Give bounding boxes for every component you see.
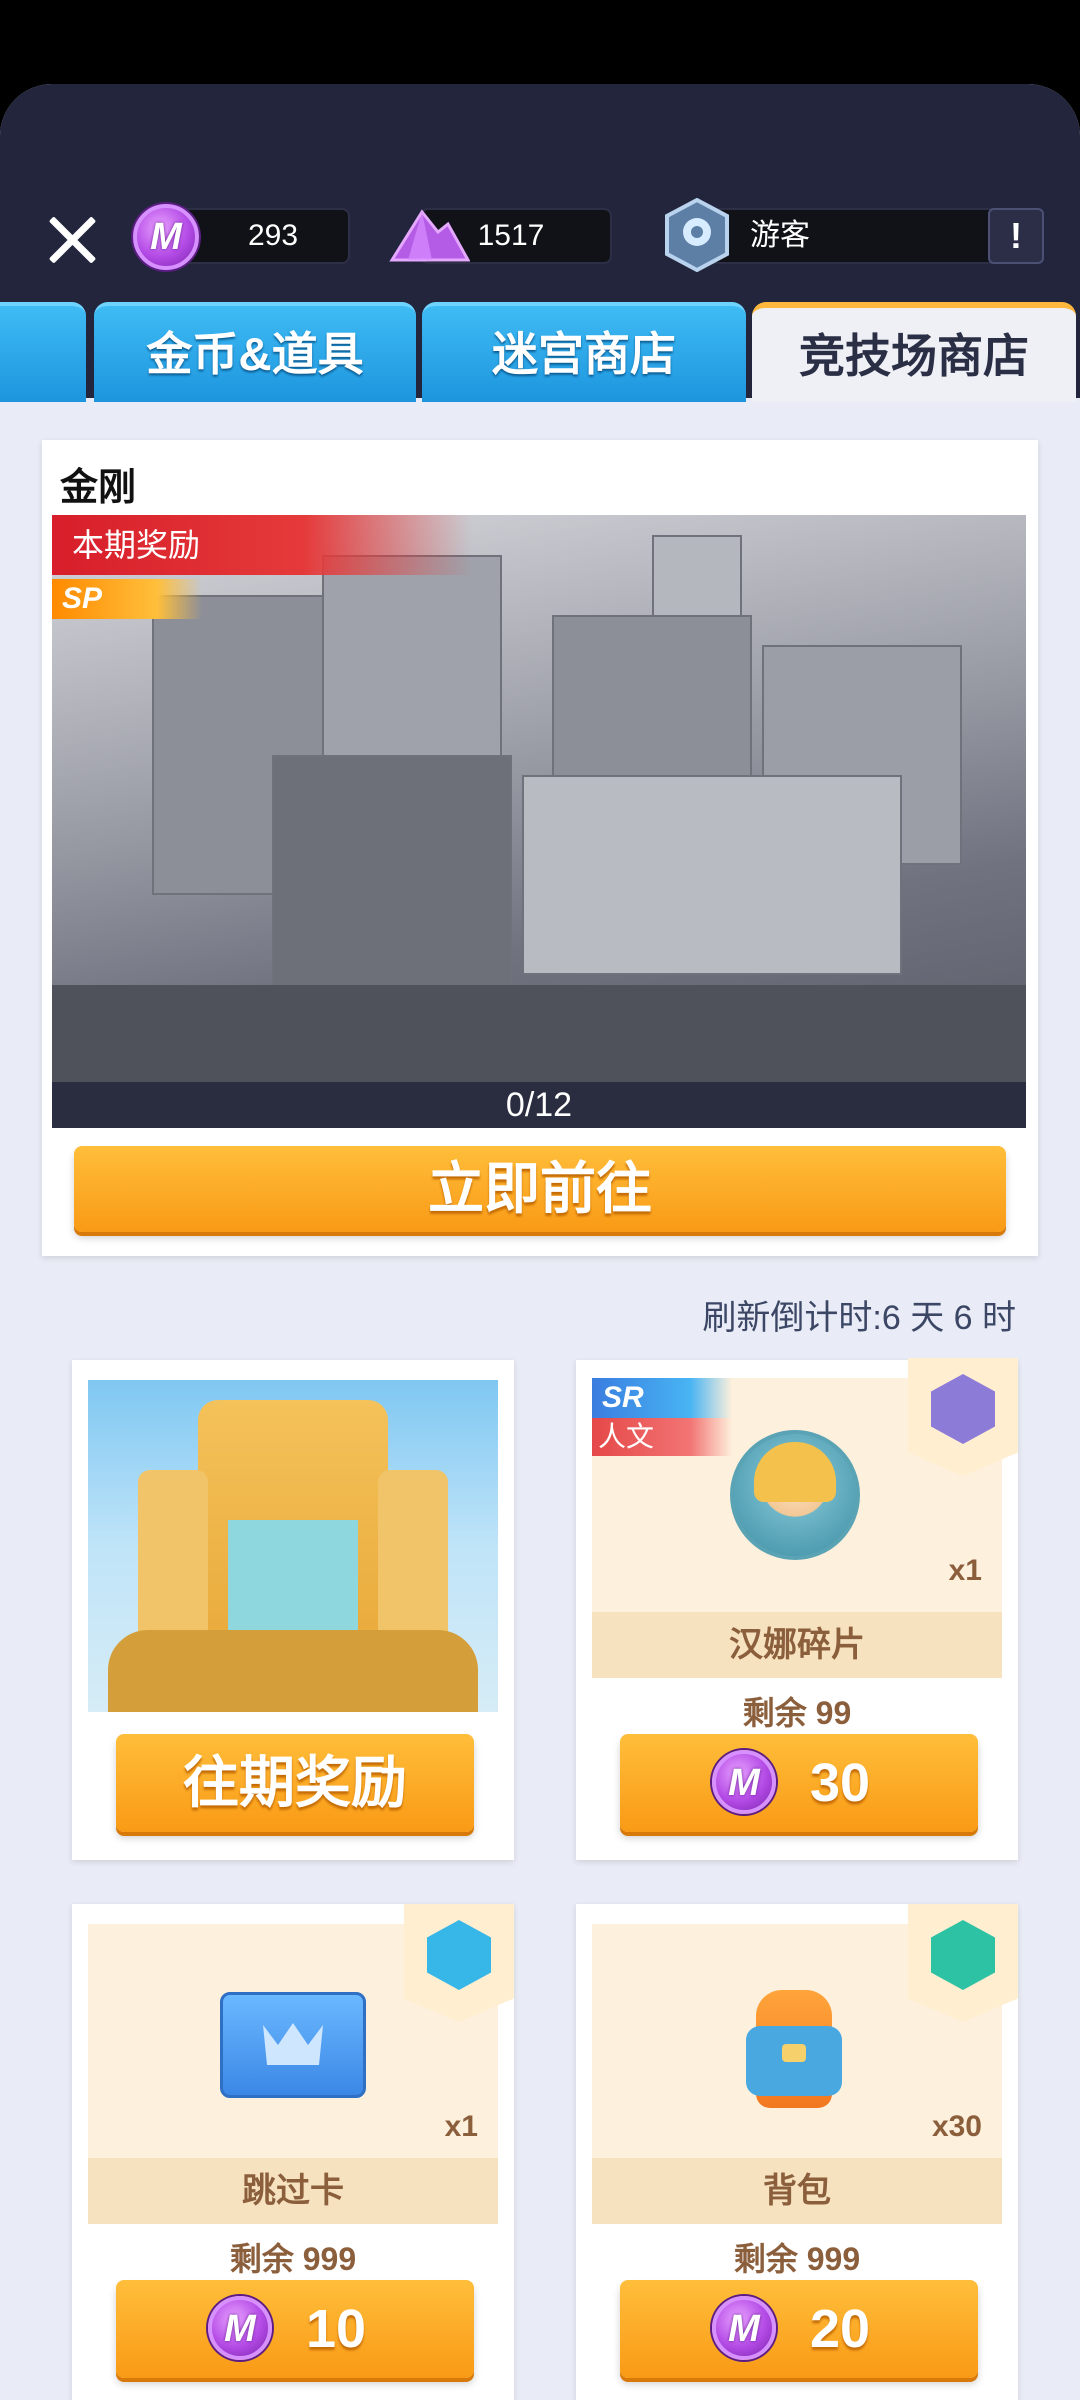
rank-emblem-icon [931,1374,995,1444]
crystal-icon [389,209,470,262]
current-reward-ribbon: 本期奖励 [52,515,472,575]
rank-emblem-icon [427,1920,491,1990]
skip-card-icon [220,1992,366,2098]
item-quantity: x30 [931,2110,982,2143]
tab-coins-items[interactable]: 金币&道具 [94,302,416,402]
arena-rank-tag [404,1904,514,2022]
header-bar: 293 1517 游客 ! 金币&道具 迷宫商店 竞技场商店 [0,84,1080,402]
arena-rank-tag [908,1358,1018,1476]
hanna-portrait-icon [730,1430,860,1560]
item-remaining: 剩余 999 [733,2241,861,2277]
tab-partial[interactable] [0,302,86,402]
item-remaining: 剩余 999 [229,2241,357,2277]
m-coin-icon [712,1750,776,1814]
rank-emblem-icon [931,1920,995,1990]
rarity-badge: SP [52,579,202,619]
item-name: 汉娜碎片 [592,1612,1002,1678]
refresh-countdown: 刷新倒计时:6 天 6 时 [702,1299,1016,1337]
arena-rank-tag [908,1904,1018,2022]
rank-badge-icon [665,198,729,272]
item-name: 跳过卡 [88,2158,498,2224]
rarity-badge: SR [592,1378,732,1418]
player-name-box: 游客 [690,208,1010,264]
past-rewards-button[interactable]: 往期奖励 [116,1734,474,1832]
progress-bar: 0/12 [52,1082,1026,1128]
hero-banner-image[interactable]: 本期奖励 SP [52,515,1026,1083]
backpack-icon [746,1980,842,2114]
item-quantity: x1 [444,2110,478,2143]
close-icon[interactable] [46,214,98,266]
item-price: 30 [810,1753,871,1813]
item-quantity: x1 [948,1554,982,1587]
tab-arena-shop[interactable]: 竞技场商店 [752,302,1076,402]
go-now-button[interactable]: 立即前往 [74,1146,1006,1232]
category-badge: 人文 [592,1418,732,1456]
buy-button[interactable]: 30 [620,1734,978,1832]
item-name: 背包 [592,2158,1002,2224]
item-price: 10 [306,2299,367,2359]
m-coin-icon [208,2296,272,2360]
buy-button[interactable]: 10 [116,2280,474,2378]
buy-button[interactable]: 20 [620,2280,978,2378]
m-coin-icon [133,204,199,270]
past-rewards-image [88,1380,498,1712]
player-name: 游客 [750,219,810,252]
item-remaining: 剩余 99 [742,1695,852,1731]
info-button[interactable]: ! [988,208,1044,264]
hero-title: 金刚 [60,467,137,509]
item-price: 20 [810,2299,871,2359]
tab-maze-shop[interactable]: 迷宫商店 [422,302,746,402]
m-coin-icon [712,2296,776,2360]
